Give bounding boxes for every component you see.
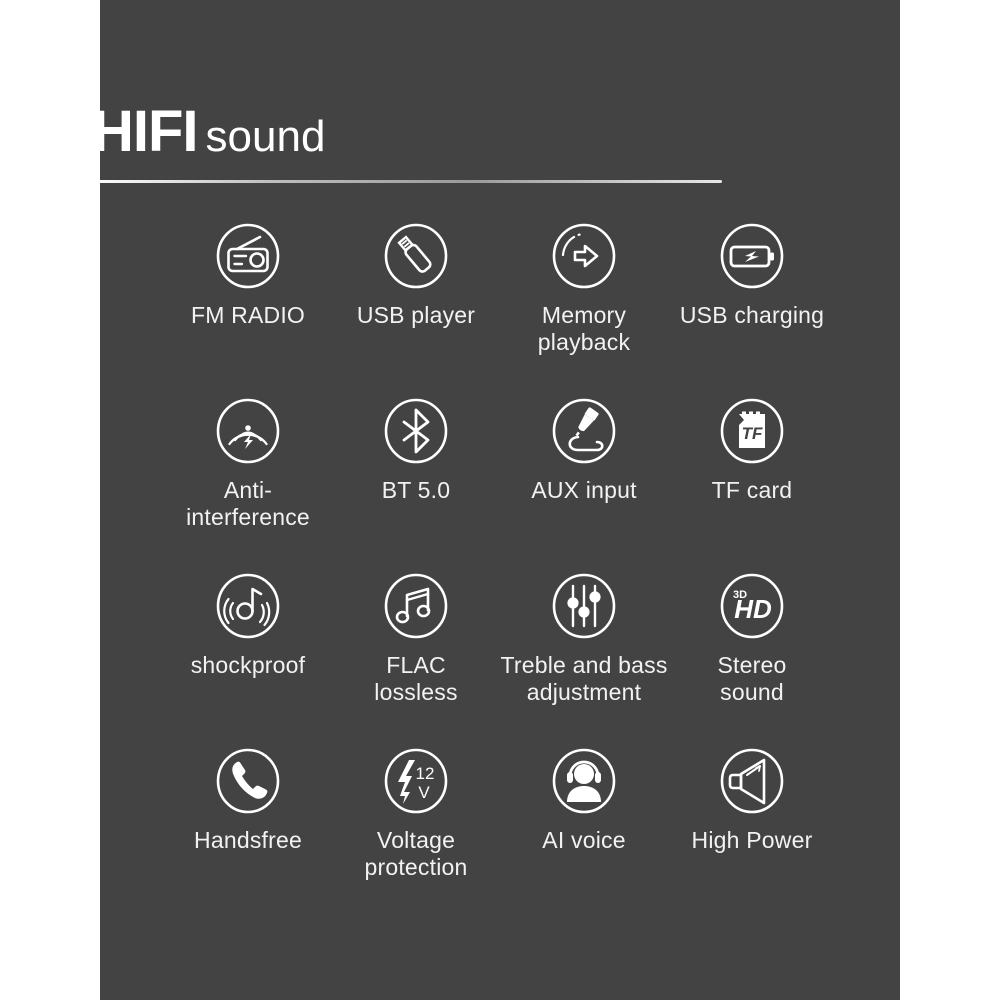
feature-label: BT 5.0 xyxy=(381,477,451,503)
feature-grid: FM RADIO USB player Memory playback USB … xyxy=(100,222,900,922)
feature-label: FLAC lossless xyxy=(374,652,458,705)
feature-item-bt[interactable]: BT 5.0 xyxy=(332,397,500,572)
feature-item-stereo-sound[interactable]: 3D HD Stereo sound xyxy=(668,572,836,747)
feature-item-flac[interactable]: FLAC lossless xyxy=(332,572,500,747)
feature-row: FM RADIO USB player Memory playback USB … xyxy=(100,222,900,397)
voltage-bolt-icon-small-text: V xyxy=(418,783,430,802)
feature-item-shockproof[interactable]: shockproof xyxy=(164,572,332,747)
feature-item-treble-bass[interactable]: Treble and bass adjustment xyxy=(500,572,668,747)
feature-label: Handsfree xyxy=(194,827,302,853)
voltage-bolt-icon-text: 12 xyxy=(416,764,435,783)
speaker-horn-icon xyxy=(718,747,786,815)
feature-row: Handsfree 12 V Voltage protection AI voi… xyxy=(100,747,900,922)
feature-row: Anti-interference BT 5.0 AUX input TF TF… xyxy=(100,397,900,572)
title-bold: HIFI xyxy=(92,99,199,164)
feature-item-voltage-protection[interactable]: 12 V Voltage protection xyxy=(332,747,500,922)
fm-radio-icon xyxy=(214,222,282,290)
usb-stick-icon xyxy=(382,222,450,290)
feature-label: High Power xyxy=(691,827,813,853)
feature-label: FM RADIO xyxy=(190,302,306,328)
hd-3d-icon: 3D HD xyxy=(718,572,786,640)
shockproof-note-icon xyxy=(214,572,282,640)
feature-item-handsfree[interactable]: Handsfree xyxy=(164,747,332,922)
feature-item-high-power[interactable]: High Power xyxy=(668,747,836,922)
aux-jack-icon xyxy=(550,397,618,465)
feature-item-usb-charging[interactable]: USB charging xyxy=(668,222,836,397)
feature-label: Treble and bass adjustment xyxy=(500,652,668,705)
feature-item-anti-interference[interactable]: Anti-interference xyxy=(164,397,332,572)
page-title: HIFI sound xyxy=(92,103,724,161)
feature-row: shockproof FLAC lossless Treble and bass… xyxy=(100,572,900,747)
feature-item-memory-playback[interactable]: Memory playback xyxy=(500,222,668,397)
feature-item-tf-card[interactable]: TF TF card xyxy=(668,397,836,572)
tf-card-icon-text: TF xyxy=(742,424,763,443)
bluetooth-icon xyxy=(382,397,450,465)
voltage-bolt-icon: 12 V xyxy=(382,747,450,815)
feature-label: AI voice xyxy=(542,827,626,853)
feature-item-ai-voice[interactable]: AI voice xyxy=(500,747,668,922)
hd-3d-icon-text: HD xyxy=(734,594,772,624)
header-divider xyxy=(92,180,722,183)
memory-playback-icon xyxy=(550,222,618,290)
battery-charging-icon xyxy=(718,222,786,290)
feature-item-fm-radio[interactable]: FM RADIO xyxy=(164,222,332,397)
feature-item-aux[interactable]: AUX input xyxy=(500,397,668,572)
equalizer-sliders-icon xyxy=(550,572,618,640)
feature-label: Memory playback xyxy=(537,302,631,355)
headset-person-icon xyxy=(550,747,618,815)
feature-label: AUX input xyxy=(531,477,637,503)
page-root: HIFI sound FM RADIO USB player Memory pl… xyxy=(0,0,1000,1000)
phone-handset-icon xyxy=(214,747,282,815)
feature-item-usb-player[interactable]: USB player xyxy=(332,222,500,397)
title-light: sound xyxy=(205,112,326,161)
feature-label: Anti-interference xyxy=(186,477,310,530)
feature-label: shockproof xyxy=(190,652,306,678)
feature-label: Voltage protection xyxy=(364,827,468,880)
page-header: HIFI sound xyxy=(92,103,724,161)
feature-label: USB player xyxy=(356,302,476,328)
feature-label: TF card xyxy=(711,477,793,503)
music-note-icon xyxy=(382,572,450,640)
feature-label: USB charging xyxy=(679,302,825,328)
tf-card-icon: TF xyxy=(718,397,786,465)
feature-label: Stereo sound xyxy=(717,652,787,705)
anti-interference-icon xyxy=(214,397,282,465)
